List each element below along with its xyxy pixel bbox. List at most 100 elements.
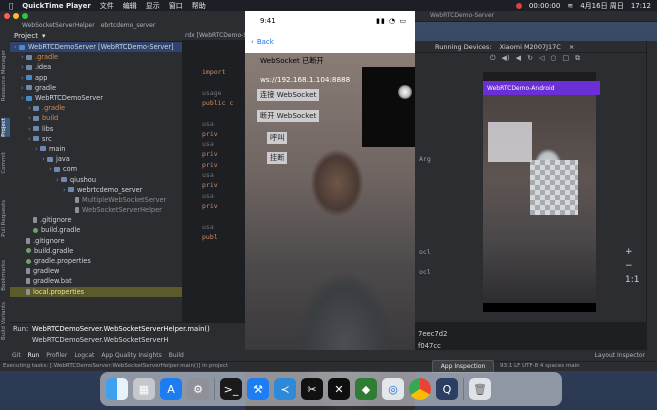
quicktime-icon[interactable]: Q xyxy=(436,378,458,400)
clock[interactable]: 17:12 xyxy=(631,2,651,10)
tree-item[interactable]: .gitignore xyxy=(10,215,182,225)
tree-item[interactable]: build.gradle xyxy=(10,246,182,256)
wifi-icon[interactable]: ≋ xyxy=(567,2,573,10)
back-button[interactable]: Back xyxy=(257,38,274,46)
tool-build[interactable]: Build xyxy=(169,352,184,359)
volume-down-icon[interactable]: ◀ xyxy=(516,54,521,62)
tab-websocket-helper[interactable]: WebSocketServerHelper xyxy=(22,22,95,29)
tool-resource-manager[interactable]: Resource Manager xyxy=(1,50,10,101)
tool-bookmarks[interactable]: Bookmarks xyxy=(1,260,10,291)
tree-item[interactable]: MultipleWebSocketServer xyxy=(10,195,182,205)
tool-git[interactable]: Git xyxy=(12,352,21,359)
run-configuration[interactable]: WebRTCDemoServer.WebSocketServerHelper.m… xyxy=(32,325,210,333)
xcode-icon[interactable]: ⚒ xyxy=(247,378,269,400)
capcut-icon[interactable]: ✂ xyxy=(301,378,323,400)
screenshot-icon[interactable]: ⧉ xyxy=(575,54,580,63)
tool-layout-inspector[interactable]: Layout Inspector xyxy=(595,352,645,359)
tool-logcat[interactable]: Logcat xyxy=(74,352,94,359)
tool-project[interactable]: Project xyxy=(1,118,10,137)
editor-file-tab[interactable]: rdx [WebRTCDemo-Server] xyxy=(182,30,245,40)
tree-item[interactable]: › WebRTCDemoServer [WebRTCDemo-Server] xyxy=(10,42,182,53)
zoom-window-icon[interactable] xyxy=(22,13,28,19)
tool-run[interactable]: Run xyxy=(28,352,40,359)
tree-item[interactable]: › .idea xyxy=(10,62,182,72)
settings-icon[interactable]: ⚙ xyxy=(187,378,209,400)
close-icon[interactable]: × xyxy=(569,43,574,51)
project-header[interactable]: Project ▾ xyxy=(10,30,182,42)
apple-icon[interactable]:  xyxy=(9,2,13,10)
power-icon[interactable]: ⏻ xyxy=(490,54,496,63)
code-line: priv xyxy=(202,150,218,159)
tree-item[interactable]: › com xyxy=(10,164,182,174)
launchpad-icon[interactable]: ▦ xyxy=(133,378,155,400)
tree-item[interactable]: › app xyxy=(10,73,182,83)
tree-item[interactable]: › gradle xyxy=(10,83,182,93)
tree-item[interactable]: › webrtcdemo_server xyxy=(10,185,182,195)
home-icon[interactable]: ○ xyxy=(550,54,556,62)
tree-item[interactable]: WebSocketServerHelper xyxy=(10,205,182,215)
tree-item[interactable]: › build xyxy=(10,113,182,123)
menu-file[interactable]: 文件 xyxy=(100,1,114,11)
tree-item[interactable]: gradlew.bat xyxy=(10,276,182,286)
tree-item[interactable]: .gitignore xyxy=(10,236,182,246)
tree-item[interactable]: › .gradle xyxy=(10,103,182,113)
back-icon[interactable]: ◁ xyxy=(539,54,544,62)
tree-item[interactable]: gradle.properties xyxy=(10,256,182,266)
tree-item-label: gradlew xyxy=(33,267,60,276)
tab-package[interactable]: ebrtcdemo_server xyxy=(101,22,156,29)
status-task: Executing tasks: [:WebRTCDemoServer:WebS… xyxy=(3,363,228,369)
tree-item[interactable]: › qiushou xyxy=(10,174,182,184)
hangup-button[interactable]: 挂断 xyxy=(267,152,288,164)
app-menu[interactable]: QuickTime Player xyxy=(22,2,91,10)
menu-help[interactable]: 帮助 xyxy=(192,1,206,11)
tool-build-variants[interactable]: Build Variants xyxy=(1,302,10,340)
chevron-down-icon[interactable]: ▾ xyxy=(42,32,46,40)
run-tab-label[interactable]: Run: xyxy=(13,325,28,333)
rotate-icon[interactable]: ↻ xyxy=(527,54,533,62)
tree-item[interactable]: build.gradle xyxy=(10,225,182,235)
call-button[interactable]: 呼叫 xyxy=(267,132,288,144)
tool-app-quality-insights[interactable]: App Quality Insights xyxy=(101,352,161,359)
code-line: public c xyxy=(202,98,234,107)
device-tab[interactable]: Xiaomi M2007J17C xyxy=(500,43,561,51)
androidstudio-icon[interactable]: ◆ xyxy=(355,378,377,400)
tree-item[interactable]: › java xyxy=(10,154,182,164)
finder-icon[interactable] xyxy=(106,378,128,400)
websocket-url[interactable]: ws://192.168.1.104:8888 xyxy=(260,75,350,84)
disconnect-websocket-button[interactable]: 断开 WebSocket xyxy=(257,110,320,122)
tree-item[interactable]: gradlew xyxy=(10,266,182,276)
chrome-icon[interactable] xyxy=(409,378,431,400)
zoom-in-icon[interactable]: + xyxy=(625,245,639,259)
zoom-out-icon[interactable]: − xyxy=(625,259,639,273)
tool-pull-requests[interactable]: Pull Requests xyxy=(1,200,10,237)
tree-item[interactable]: › WebRTCDemoServer xyxy=(10,93,182,103)
menu-window[interactable]: 窗口 xyxy=(169,1,183,11)
vscode-icon[interactable]: ≺ xyxy=(274,378,296,400)
signal-battery-icon: ▮▮ ◔ ▭ xyxy=(376,16,407,25)
tree-item[interactable]: › src xyxy=(10,134,182,144)
tool-profiler[interactable]: Profiler xyxy=(46,352,67,359)
app-store-icon[interactable]: A xyxy=(160,378,182,400)
code-editor[interactable]: rdx [WebRTCDemo-Server] import usagepubli… xyxy=(182,30,245,322)
status-info[interactable]: 93:1 LF UTF-8 4 spaces main xyxy=(500,363,580,369)
tree-item[interactable]: › main xyxy=(10,144,182,154)
overview-icon[interactable]: □ xyxy=(562,54,569,62)
minimize-window-icon[interactable] xyxy=(13,13,19,19)
terminal-icon[interactable]: >_ xyxy=(220,378,242,400)
trash-icon[interactable]: 🗑 xyxy=(469,378,491,400)
menu-view[interactable]: 显示 xyxy=(146,1,160,11)
zoom-fit-icon[interactable]: 1:1 xyxy=(625,273,639,287)
volume-up-icon[interactable]: ◀) xyxy=(502,54,510,62)
pycharm-icon[interactable]: ✕ xyxy=(328,378,350,400)
tree-item[interactable]: › libs xyxy=(10,124,182,134)
tree-item[interactable]: local.properties xyxy=(10,286,182,297)
tree-item[interactable]: › .gradle xyxy=(10,52,182,62)
close-window-icon[interactable] xyxy=(4,13,10,19)
connect-websocket-button[interactable]: 连接 WebSocket xyxy=(257,89,320,101)
safari-icon[interactable]: ◎ xyxy=(382,378,404,400)
menu-edit[interactable]: 编辑 xyxy=(123,1,137,11)
tool-commit[interactable]: Commit xyxy=(1,152,10,174)
module-icon xyxy=(26,75,32,81)
record-indicator-icon[interactable] xyxy=(515,2,522,9)
back-chevron-icon[interactable]: ‹ xyxy=(251,38,254,46)
